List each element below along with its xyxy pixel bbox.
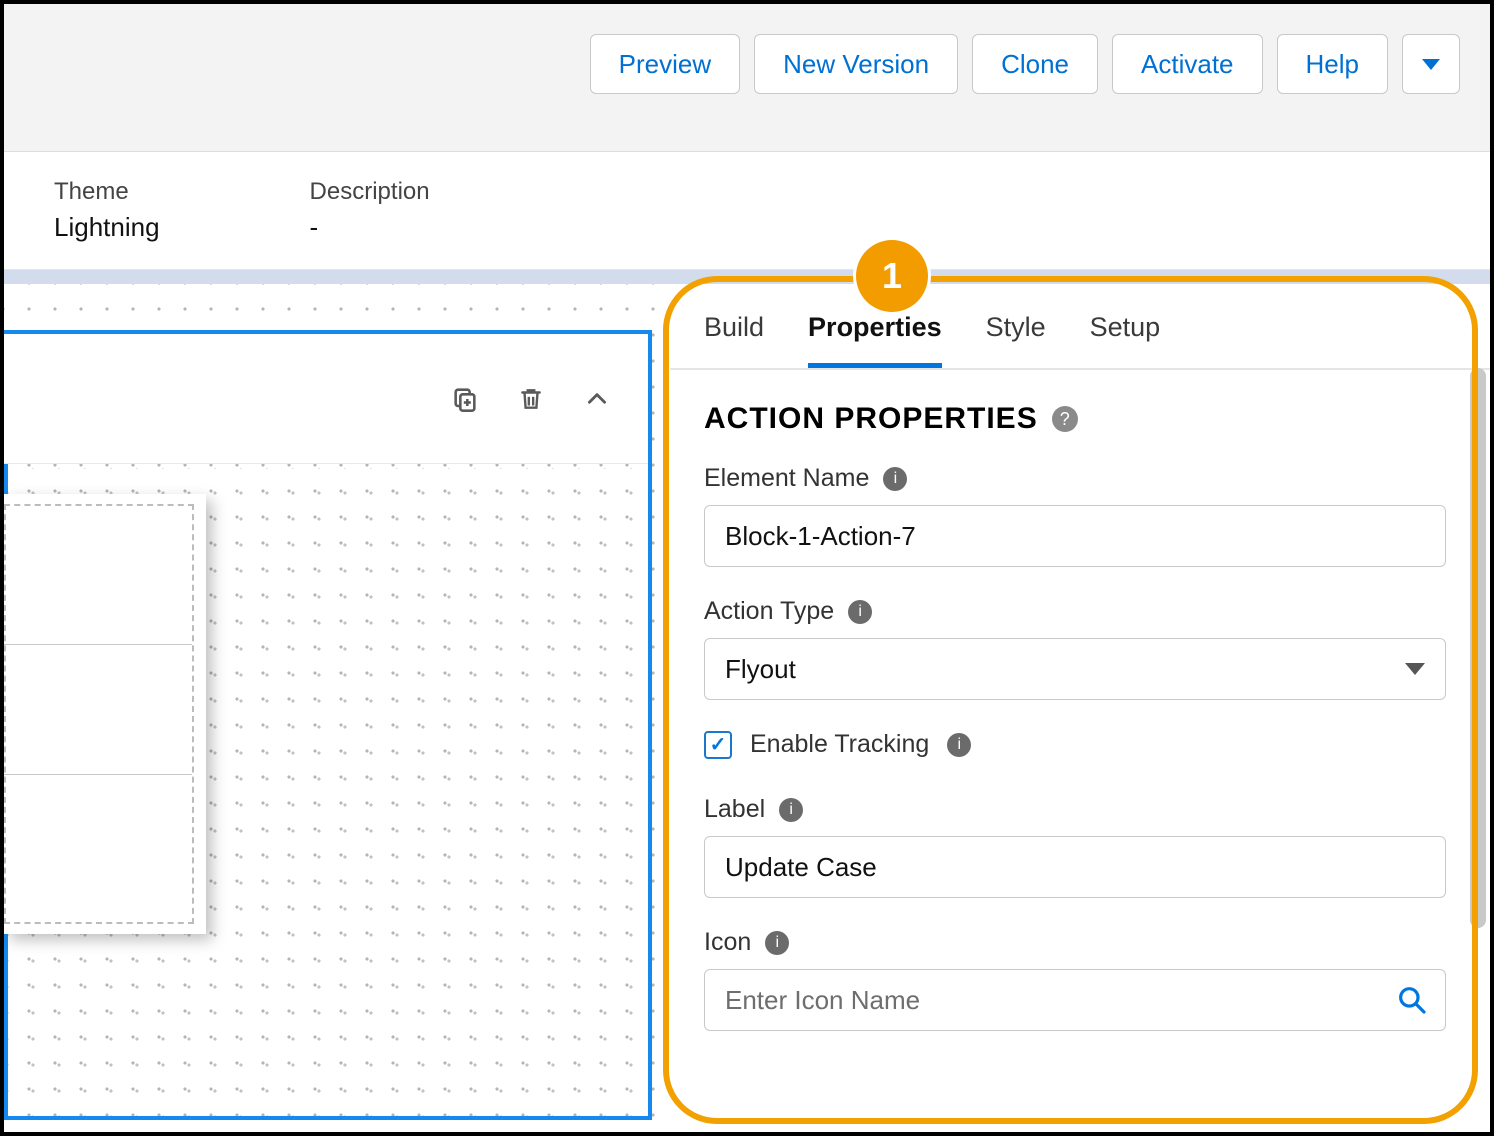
card-divider — [4, 774, 192, 775]
tab-build[interactable]: Build — [704, 312, 764, 363]
delete-button[interactable] — [516, 384, 546, 414]
label-label: Label — [704, 795, 765, 824]
chevron-up-icon — [584, 386, 610, 412]
info-icon[interactable]: i — [779, 798, 803, 822]
element-header-bar — [4, 334, 648, 464]
tab-setup[interactable]: Setup — [1090, 312, 1161, 363]
panel-tabs: Build Properties Style Setup — [670, 284, 1490, 370]
info-icon[interactable]: i — [883, 467, 907, 491]
child-element-card[interactable] — [4, 494, 206, 934]
design-canvas[interactable] — [4, 284, 670, 1132]
action-type-value: Flyout — [725, 654, 796, 685]
tab-properties[interactable]: Properties — [808, 312, 942, 368]
record-info-row: Theme Lightning Description - — [4, 152, 1490, 270]
panel-scrollbar[interactable] — [1470, 368, 1486, 928]
enable-tracking-checkbox[interactable]: ✓ — [704, 731, 732, 759]
icon-input[interactable] — [704, 969, 1446, 1031]
tab-style[interactable]: Style — [986, 312, 1046, 363]
icon-label: Icon — [704, 928, 751, 957]
callout-badge: 1 — [856, 240, 928, 312]
top-toolbar: Preview New Version Clone Activate Help — [4, 4, 1490, 152]
panel-title: ACTION PROPERTIES — [704, 402, 1038, 436]
description-label: Description — [310, 178, 430, 206]
preview-button[interactable]: Preview — [590, 34, 740, 94]
card-divider — [4, 644, 192, 645]
action-type-label: Action Type — [704, 597, 834, 626]
element-name-input[interactable] — [704, 505, 1446, 567]
properties-panel: Build Properties Style Setup ACTION PROP… — [670, 284, 1490, 1132]
info-icon[interactable]: i — [765, 931, 789, 955]
activate-button[interactable]: Activate — [1112, 34, 1263, 94]
info-icon[interactable]: i — [848, 600, 872, 624]
clone-button[interactable]: Clone — [972, 34, 1098, 94]
search-icon[interactable] — [1396, 984, 1428, 1016]
help-icon[interactable]: ? — [1052, 406, 1078, 432]
enable-tracking-label: Enable Tracking — [750, 730, 929, 759]
chevron-down-icon — [1422, 59, 1440, 70]
separator-bar — [4, 270, 1490, 284]
description-value: - — [310, 212, 430, 243]
help-button[interactable]: Help — [1277, 34, 1388, 94]
more-actions-button[interactable] — [1402, 34, 1460, 94]
copy-icon — [451, 385, 479, 413]
info-icon[interactable]: i — [947, 733, 971, 757]
new-version-button[interactable]: New Version — [754, 34, 958, 94]
element-name-label: Element Name — [704, 464, 869, 493]
theme-value: Lightning — [54, 212, 160, 243]
description-info: Description - — [310, 178, 430, 243]
check-icon: ✓ — [710, 732, 727, 757]
trash-icon — [518, 385, 544, 413]
action-type-select[interactable]: Flyout — [704, 638, 1446, 700]
drop-zone-outline — [4, 504, 194, 924]
theme-label: Theme — [54, 178, 160, 206]
chevron-down-icon — [1405, 663, 1425, 675]
duplicate-button[interactable] — [450, 384, 480, 414]
label-input[interactable] — [704, 836, 1446, 898]
collapse-button[interactable] — [582, 384, 612, 414]
theme-info: Theme Lightning — [54, 178, 160, 243]
